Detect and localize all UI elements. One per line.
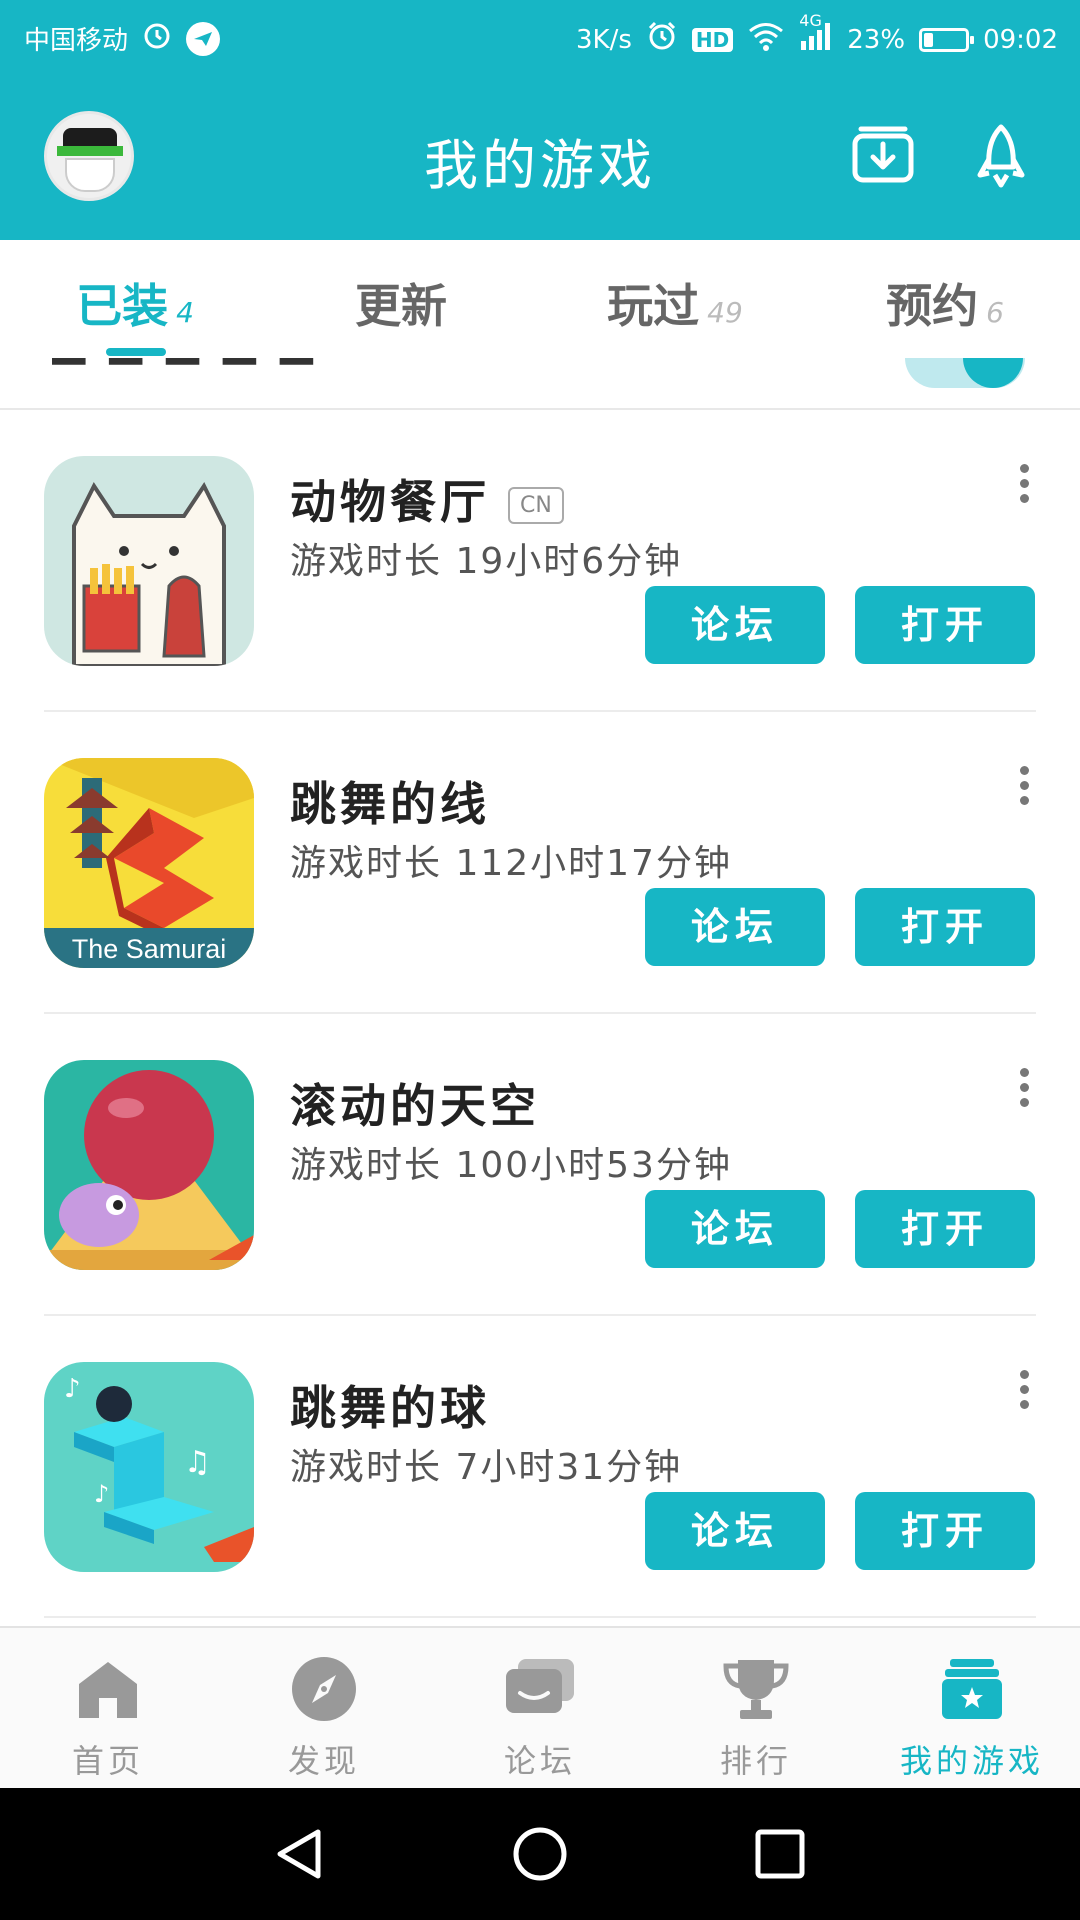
- open-button[interactable]: 打开: [855, 586, 1035, 664]
- trophy-icon: [718, 1654, 794, 1724]
- game-playtime: 游戏时长 19小时6分钟: [290, 541, 683, 582]
- clock: 09:02: [983, 24, 1058, 55]
- tab-count: 6: [986, 296, 1004, 329]
- game-name: 滚动的天空: [290, 1070, 540, 1136]
- nav-label: 发现: [287, 1742, 360, 1780]
- page-title: 我的游戏: [424, 134, 656, 197]
- region-badge: CN: [508, 487, 564, 524]
- bird-app-icon: [186, 21, 221, 56]
- open-button[interactable]: 打开: [855, 888, 1035, 966]
- forum-button[interactable]: 论坛: [645, 888, 825, 966]
- dancing-line-game-icon[interactable]: The Samurai: [44, 758, 254, 968]
- forum-button[interactable]: 论坛: [645, 1190, 825, 1268]
- game-row[interactable]: 动物餐厅 CN 游戏时长 19小时6分钟 论坛 打开: [44, 410, 1036, 712]
- active-tab-indicator: [106, 348, 166, 356]
- forum-button[interactable]: 论坛: [645, 586, 825, 664]
- tab-reserved[interactable]: 预约 6: [810, 270, 1080, 336]
- more-options-icon[interactable]: [1012, 464, 1036, 508]
- download-manager-icon[interactable]: [848, 121, 918, 191]
- status-bar: 中国移动 3K/s HD 4G 23% 09:02: [0, 0, 1080, 75]
- forum-button[interactable]: 论坛: [645, 1492, 825, 1570]
- svg-text:♪: ♪: [94, 1480, 109, 1508]
- game-playtime: 游戏时长 100小时53分钟: [290, 1145, 732, 1186]
- tab-count: 4: [176, 296, 194, 329]
- nav-label: 论坛: [503, 1742, 576, 1780]
- more-options-icon[interactable]: [1012, 766, 1036, 810]
- nav-label: 首页: [71, 1742, 144, 1780]
- back-icon[interactable]: [272, 1826, 328, 1882]
- home-icon: [70, 1654, 146, 1724]
- svg-text:♪: ♪: [64, 1374, 81, 1404]
- home-circle-icon[interactable]: [512, 1826, 568, 1882]
- more-options-icon[interactable]: [1012, 1370, 1036, 1414]
- bottom-navigation: 首页 发现 论坛 排行 我的游戏: [0, 1626, 1080, 1790]
- game-row[interactable]: The Samurai 跳舞的线 游戏时长 112小时17分钟 论坛 打开: [44, 712, 1036, 1014]
- tab-label: 已装: [76, 279, 169, 333]
- rolling-sky-game-icon[interactable]: [44, 1060, 254, 1270]
- toggle-knob: [963, 358, 1023, 388]
- game-name-text: 跳舞的球: [290, 1381, 490, 1435]
- tab-label: 预约: [886, 279, 979, 333]
- battery-percent: 23%: [847, 24, 906, 55]
- open-button[interactable]: 打开: [855, 1190, 1035, 1268]
- app-header: 我的游戏: [0, 75, 1080, 240]
- game-name-text: 滚动的天空: [290, 1079, 540, 1133]
- game-row[interactable]: ♪ ♫ ♪ 跳舞的球 游戏时长 7小时31分钟 论坛 打开: [44, 1316, 1036, 1618]
- more-options-icon[interactable]: [1012, 1068, 1036, 1112]
- alarm-clock-icon: [142, 20, 172, 57]
- rocket-icon[interactable]: [966, 121, 1036, 191]
- wifi-icon: [747, 21, 785, 58]
- my-games-icon: [934, 1654, 1010, 1724]
- hd-badge: HD: [691, 27, 734, 52]
- svg-text:♫: ♫: [184, 1445, 211, 1480]
- status-left: 中国移动: [24, 20, 221, 57]
- tab-label: 玩过: [607, 279, 700, 333]
- nav-forum[interactable]: 论坛: [432, 1654, 648, 1782]
- network-speed: 3K/s: [576, 24, 632, 55]
- game-name: 跳舞的球: [290, 1372, 490, 1438]
- tab-played[interactable]: 玩过 49: [540, 270, 810, 336]
- tab-installed[interactable]: 已装 4: [0, 270, 270, 336]
- dancing-ball-game-icon[interactable]: ♪ ♫ ♪: [44, 1362, 254, 1572]
- battery-fill: [924, 32, 934, 47]
- nav-label: 我的游戏: [899, 1742, 1044, 1780]
- tab-label: 更新: [355, 279, 447, 333]
- game-playtime: 游戏时长 112小时17分钟: [290, 843, 732, 884]
- animal-restaurant-game-icon[interactable]: [44, 456, 254, 666]
- battery-icon: [919, 27, 975, 52]
- game-name: 动物餐厅 CN: [290, 466, 564, 532]
- forum-icon: [502, 1654, 578, 1724]
- scrolled-off-text: ▬ ▬ ▬ ▬ ▬: [48, 358, 317, 379]
- scrolled-off-row: ▬ ▬ ▬ ▬ ▬: [0, 358, 1080, 410]
- tab-updates[interactable]: 更新: [270, 270, 540, 336]
- tab-bar: 已装 4 更新 玩过 49 预约 6: [0, 240, 1080, 360]
- toggle-switch[interactable]: [905, 358, 1025, 388]
- tab-count: 49: [707, 296, 743, 329]
- game-row[interactable]: 滚动的天空 游戏时长 100小时53分钟 论坛 打开: [44, 1014, 1036, 1316]
- compass-icon: [286, 1654, 362, 1724]
- nav-home[interactable]: 首页: [0, 1654, 216, 1782]
- system-navigation-bar: [0, 1788, 1080, 1920]
- open-button[interactable]: 打开: [855, 1492, 1035, 1570]
- network-type: 4G: [799, 11, 822, 30]
- nav-ranking[interactable]: 排行: [648, 1654, 864, 1782]
- nav-my-games[interactable]: 我的游戏: [864, 1654, 1080, 1782]
- game-name-text: 跳舞的线: [290, 777, 490, 831]
- icon-caption: The Samurai: [72, 934, 227, 964]
- carrier-label: 中国移动: [24, 26, 129, 56]
- cellular-signal-icon: 4G: [799, 11, 833, 58]
- status-right: 3K/s HD 4G 23% 09:02: [576, 11, 1058, 59]
- game-name-text: 动物餐厅: [290, 475, 490, 529]
- nav-discover[interactable]: 发现: [216, 1654, 432, 1782]
- recents-icon[interactable]: [752, 1826, 808, 1882]
- game-list: 动物餐厅 CN 游戏时长 19小时6分钟 论坛 打开 The Samurai 跳舞…: [0, 410, 1080, 1618]
- alarm-icon: [646, 20, 678, 59]
- nav-label: 排行: [719, 1742, 792, 1780]
- game-name: 跳舞的线: [290, 768, 490, 834]
- game-playtime: 游戏时长 7小时31分钟: [290, 1447, 683, 1488]
